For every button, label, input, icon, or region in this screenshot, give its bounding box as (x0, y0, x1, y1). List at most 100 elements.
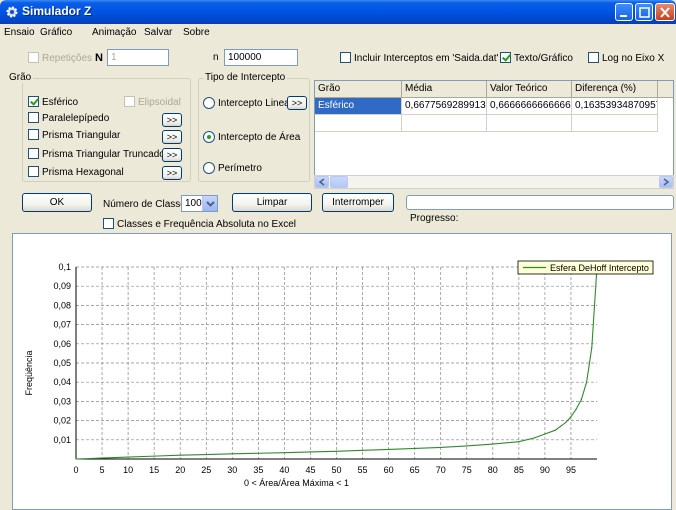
empty-cell[interactable] (487, 115, 572, 132)
prisma-triangular-truncado-label: Prisma Triangular Truncado (42, 149, 165, 160)
data-point (570, 416, 572, 418)
data-point (544, 433, 546, 435)
table-row[interactable]: Esférico 0,667756928991397 0,66666666666… (315, 98, 673, 115)
menu-salvar[interactable]: Salvar (144, 27, 172, 38)
header-filler (658, 81, 673, 98)
cell-grao[interactable]: Esférico (315, 98, 402, 115)
prisma-triangular-more-button[interactable]: >> (162, 130, 182, 144)
x-tick-label: 70 (436, 465, 446, 475)
elipsoidal-checkbox[interactable] (124, 96, 135, 107)
data-point (153, 455, 155, 457)
maximize-button[interactable] (635, 3, 653, 21)
header-valor-teorico[interactable]: Valor Teórico (487, 81, 572, 98)
table-horizontal-scrollbar[interactable] (314, 175, 674, 189)
paralelepipedo-label: Paralelepípedo (42, 113, 110, 124)
menu-ensaio[interactable]: Ensaio (4, 27, 35, 38)
ok-button[interactable]: OK (22, 193, 92, 212)
prisma-triangular-checkbox[interactable] (28, 129, 39, 140)
x-tick-label: 5 (100, 465, 105, 475)
empty-cell[interactable] (572, 115, 658, 132)
data-point (554, 429, 556, 431)
paralelepipedo-checkbox[interactable] (28, 112, 39, 123)
x-tick-label: 50 (331, 465, 341, 475)
arrow-right-icon (663, 178, 670, 186)
cell-diferenca[interactable]: 0,163539348709571 (572, 98, 658, 115)
empty-cell[interactable] (402, 115, 487, 132)
esferico-label: Esférico (42, 97, 79, 108)
data-point (101, 457, 103, 459)
minimize-button[interactable] (615, 3, 633, 21)
prisma-hexagonal-checkbox[interactable] (28, 166, 39, 177)
incluir-interceptos-checkbox[interactable] (340, 52, 351, 63)
chevron-down-icon (206, 201, 215, 207)
data-point (231, 453, 233, 455)
cell-media[interactable]: 0,667756928991397 (402, 98, 487, 115)
repeticoes-checkbox[interactable] (28, 52, 39, 63)
x-tick-label: 35 (253, 465, 263, 475)
x-tick-label: 20 (175, 465, 185, 475)
data-point (466, 445, 468, 447)
data-point (591, 347, 593, 349)
data-point (335, 450, 338, 452)
results-table[interactable]: Grão Média Valor Teórico Diferença (%) E… (314, 80, 674, 182)
y-tick-label: 0,02 (53, 416, 71, 426)
intercepto-linear-label: Intercepto Linear (218, 98, 294, 109)
texto-grafico-checkbox[interactable] (500, 52, 511, 63)
menu-animacao[interactable]: Animação (92, 27, 136, 38)
x-tick-label: 10 (123, 465, 133, 475)
tipo-intercepto-title: Tipo de Intercepto (203, 72, 288, 83)
data-point (75, 458, 77, 460)
repeticoes-label: Repetições (42, 53, 93, 64)
dropdown-arrow[interactable] (202, 196, 217, 211)
data-point (533, 437, 536, 439)
intercepto-linear-more-button[interactable]: >> (287, 96, 307, 110)
data-point (257, 452, 259, 454)
close-button[interactable] (655, 3, 675, 21)
limpar-button[interactable]: Limpar (232, 193, 312, 212)
scroll-right-button[interactable] (659, 176, 673, 188)
perimetro-radio[interactable] (203, 162, 215, 174)
data-point (309, 451, 312, 453)
intercepto-linear-radio[interactable] (203, 97, 215, 109)
classes-excel-label: Classes e Frequência Absoluta no Excel (117, 219, 296, 230)
header-grao[interactable]: Grão (315, 81, 402, 98)
x-tick-label: 80 (488, 465, 498, 475)
esferico-checkbox[interactable] (28, 96, 39, 107)
data-point (388, 448, 390, 450)
table-row[interactable] (315, 115, 673, 132)
x-tick-label: 85 (514, 465, 524, 475)
menu-grafico[interactable]: Gráfico (40, 27, 72, 38)
incluir-interceptos-label: Incluir Interceptos em 'Saida.dat' (354, 53, 499, 64)
empty-cell[interactable] (315, 115, 402, 132)
close-icon (660, 7, 670, 18)
minimize-icon (620, 15, 627, 17)
n-label: n (213, 52, 219, 63)
interromper-button[interactable]: Interromper (322, 193, 394, 212)
log-eixo-x-checkbox[interactable] (588, 52, 599, 63)
chart-area: 0 5 10 15 20 25 30 35 40 45 50 55 60 65 70 75 80 85 90 95 0,… (12, 233, 672, 510)
n-repeticoes-input[interactable]: 1 (107, 49, 169, 66)
paralelepipedo-more-button[interactable]: >> (162, 113, 182, 127)
prisma-hexagonal-more-button[interactable]: >> (162, 166, 182, 180)
elipsoidal-label: Elipsoidal (138, 97, 181, 108)
intercepto-area-radio[interactable] (203, 131, 215, 143)
header-media[interactable]: Média (402, 81, 487, 98)
menu-sobre[interactable]: Sobre (183, 27, 210, 38)
scroll-thumb[interactable] (330, 176, 348, 188)
title-bar[interactable]: Simulador Z (0, 0, 676, 24)
num-classes-select[interactable]: 100 (181, 195, 218, 212)
x-tick-label: 45 (305, 465, 315, 475)
scroll-left-button[interactable] (315, 176, 329, 188)
y-tick-label: 0,06 (53, 339, 71, 349)
data-point (565, 421, 567, 424)
prisma-triangular-truncado-more-button[interactable]: >> (162, 148, 182, 162)
prisma-triangular-truncado-checkbox[interactable] (28, 148, 39, 159)
num-classes-value: 100 (185, 198, 202, 209)
n-input[interactable]: 100000 (224, 49, 298, 66)
y-tick-label: 0,09 (53, 281, 71, 291)
header-diferenca[interactable]: Diferença (%) (572, 81, 658, 98)
classes-excel-checkbox[interactable] (103, 218, 114, 229)
prisma-hexagonal-label: Prisma Hexagonal (42, 167, 124, 178)
num-classes-label: Número de Classes: (103, 199, 194, 210)
cell-valor-teorico[interactable]: 0,666666666666667 (487, 98, 572, 115)
